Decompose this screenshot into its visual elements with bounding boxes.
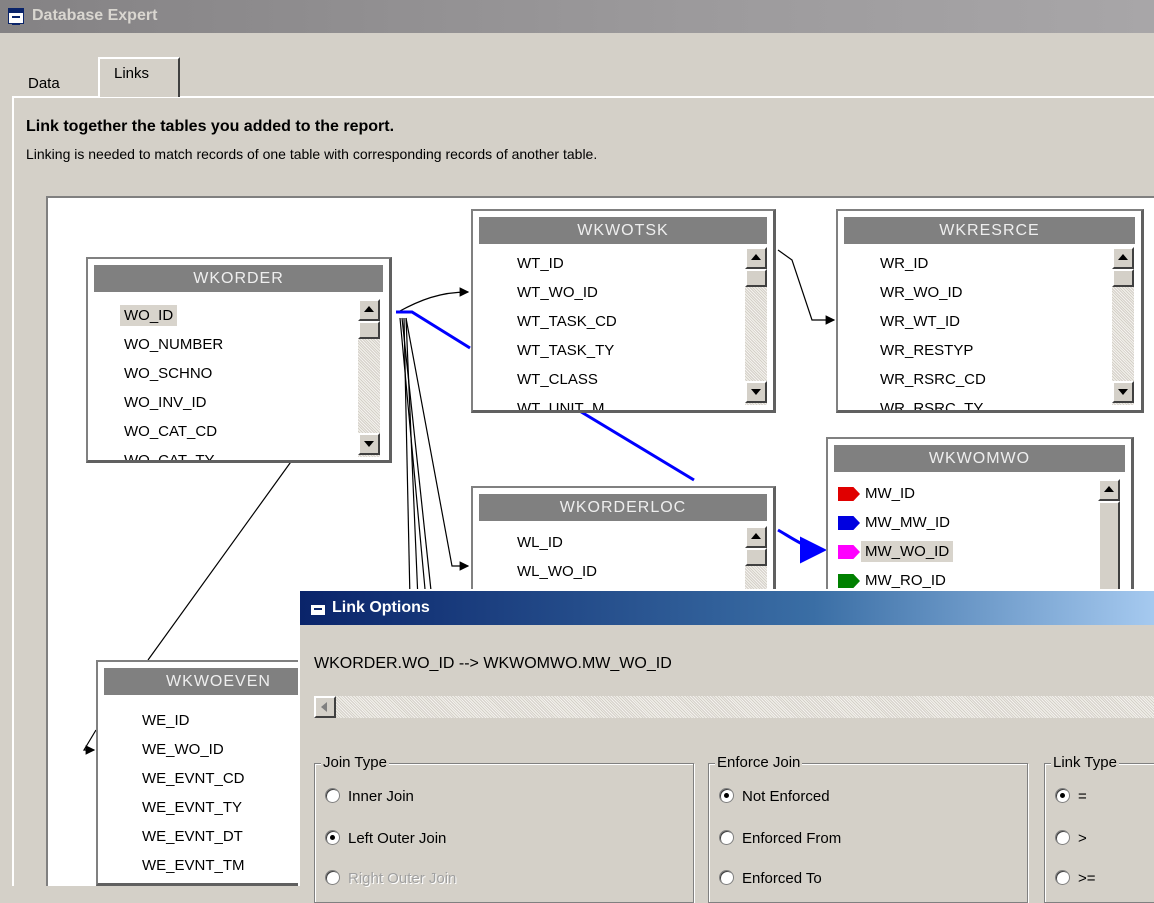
radio-icon <box>1055 788 1070 803</box>
field-item[interactable]: WE_EVNT_DT <box>142 822 245 851</box>
scroll-down-button[interactable] <box>745 381 767 403</box>
radio-icon <box>325 870 340 885</box>
scroll-left-button[interactable] <box>314 696 336 718</box>
radio-link-greater-equal[interactable]: >= <box>1055 870 1096 887</box>
table-wkwotsk[interactable]: WKWOTSK WT_ID WT_WO_ID WT_TASK_CD WT_TAS… <box>471 209 776 413</box>
enforce-join-legend: Enforce Join <box>715 754 803 771</box>
scroll-down-button[interactable] <box>358 433 380 455</box>
field-item[interactable]: WT_ID <box>517 249 617 278</box>
field-item[interactable]: WO_SCHNO <box>124 359 223 388</box>
table-header[interactable]: WKWOTSK <box>479 217 767 244</box>
field-item[interactable]: WE_EVNT_TM <box>142 851 245 880</box>
field-item[interactable]: WE_EVNT_TY <box>142 793 245 822</box>
radio-icon <box>719 788 734 803</box>
join-type-legend: Join Type <box>321 754 389 771</box>
radio-link-greater[interactable]: > <box>1055 830 1087 847</box>
link-tag-icon <box>838 545 860 560</box>
link-expression: WKORDER.WO_ID --> WKWOMWO.MW_WO_ID <box>314 655 672 672</box>
link-tag-icon <box>838 574 860 589</box>
vertical-scrollbar[interactable] <box>1112 247 1134 405</box>
link-tag-icon <box>838 487 860 502</box>
field-item[interactable]: WR_WO_ID <box>880 278 986 307</box>
table-wkorder[interactable]: WKORDER WO_ID WO_NUMBER WO_SCHNO WO_INV_… <box>86 257 392 463</box>
scroll-thumb[interactable] <box>745 269 767 287</box>
table-wkorderloc[interactable]: WKORDERLOC WL_ID WL_WO_ID <box>471 486 776 606</box>
link-type-legend: Link Type <box>1051 754 1119 771</box>
dialog-title: Link Options <box>332 599 430 616</box>
vertical-scrollbar[interactable] <box>745 247 767 405</box>
radio-icon <box>1055 830 1070 845</box>
field-item[interactable]: WR_RSRC_TY <box>880 394 986 410</box>
field-item[interactable]: WO_INV_ID <box>124 388 223 417</box>
field-item[interactable]: MW_MW_ID <box>838 508 953 537</box>
radio-icon <box>325 830 340 845</box>
scroll-thumb[interactable] <box>358 321 380 339</box>
field-item[interactable]: WL_WO_ID <box>517 557 597 586</box>
scroll-up-button[interactable] <box>358 299 380 321</box>
link-tag-icon <box>838 516 860 531</box>
table-header[interactable]: WKORDERLOC <box>479 494 767 521</box>
radio-icon <box>325 788 340 803</box>
field-item[interactable]: WT_WO_ID <box>517 278 617 307</box>
table-header[interactable]: WKWOEVEN <box>104 668 313 695</box>
vertical-scrollbar[interactable] <box>1098 479 1120 594</box>
dialog-title-bar[interactable]: Link Options <box>300 591 1154 625</box>
table-header[interactable]: WKRESRCE <box>844 217 1135 244</box>
radio-enforced-from[interactable]: Enforced From <box>719 830 841 847</box>
link-type-group: Link Type = > >= <box>1044 754 1154 903</box>
scroll-thumb[interactable] <box>1098 501 1120 591</box>
radio-icon <box>719 830 734 845</box>
table-wkresrce[interactable]: WKRESRCE WR_ID WR_WO_ID WR_WT_ID WR_REST… <box>836 209 1144 413</box>
link-options-dialog[interactable]: Link Options WKORDER.WO_ID --> WKWOMWO.M… <box>298 589 1154 903</box>
field-item[interactable]: WT_CLASS <box>517 365 617 394</box>
radio-left-outer-join[interactable]: Left Outer Join <box>325 830 446 847</box>
radio-link-equal[interactable]: = <box>1055 788 1087 805</box>
field-item[interactable]: WR_ID <box>880 249 986 278</box>
field-item[interactable]: WT_UNIT_M <box>517 394 617 410</box>
link-wkorder-wkwoeven <box>147 451 299 661</box>
field-item[interactable]: WT_TASK_TY <box>517 336 617 365</box>
field-item[interactable]: WO_ID <box>120 301 223 330</box>
field-item[interactable]: WO_NUMBER <box>124 330 223 359</box>
link-wkwotsk-wkresrce <box>777 249 836 325</box>
radio-inner-join[interactable]: Inner Join <box>325 788 414 805</box>
field-item[interactable]: WE_WO_ID <box>142 735 245 764</box>
scroll-thumb[interactable] <box>1112 269 1134 287</box>
table-header[interactable]: WKWOMWO <box>834 445 1125 472</box>
dialog-icon <box>310 600 326 617</box>
table-wkwoeven[interactable]: WKWOEVEN WE_ID WE_WO_ID WE_EVNT_CD WE_EV… <box>96 660 316 886</box>
vertical-scrollbar[interactable] <box>358 299 380 457</box>
scroll-thumb[interactable] <box>745 548 767 566</box>
field-item[interactable]: WE_ID <box>142 706 245 735</box>
radio-right-outer-join: Right Outer Join <box>325 870 456 887</box>
horizontal-scrollbar[interactable] <box>314 696 1154 718</box>
scroll-up-button[interactable] <box>745 526 767 548</box>
field-item[interactable]: WO_CAT_CD <box>124 417 223 446</box>
scroll-up-button[interactable] <box>1112 247 1134 269</box>
field-item[interactable]: MW_ID <box>838 479 953 508</box>
join-type-group: Join Type Inner Join Left Outer Join Rig… <box>314 754 694 903</box>
enforce-join-group: Enforce Join Not Enforced Enforced From … <box>708 754 1028 903</box>
link-wkorder-wkwotsk <box>397 287 470 313</box>
table-wkwomwo[interactable]: WKWOMWO MW_ID MW_MW_ID MW_WO_ID MW_RO_ID <box>826 437 1134 597</box>
radio-icon <box>1055 870 1070 885</box>
field-item[interactable]: WE_EVNT_CD <box>142 764 245 793</box>
field-item[interactable]: WT_TASK_CD <box>517 307 617 336</box>
field-item[interactable]: WO_CAT_TY <box>124 446 223 460</box>
field-item[interactable]: WR_RESTYP <box>880 336 986 365</box>
radio-not-enforced[interactable]: Not Enforced <box>719 788 830 805</box>
field-item[interactable]: WR_RSRC_CD <box>880 365 986 394</box>
table-header[interactable]: WKORDER <box>94 265 383 292</box>
radio-enforced-to[interactable]: Enforced To <box>719 870 822 887</box>
field-item[interactable]: WR_WT_ID <box>880 307 986 336</box>
scroll-up-button[interactable] <box>745 247 767 269</box>
radio-icon <box>719 870 734 885</box>
field-item[interactable]: MW_WO_ID <box>838 537 954 566</box>
scroll-down-button[interactable] <box>1112 381 1134 403</box>
field-item[interactable]: WL_ID <box>517 528 597 557</box>
scroll-up-button[interactable] <box>1098 479 1120 501</box>
